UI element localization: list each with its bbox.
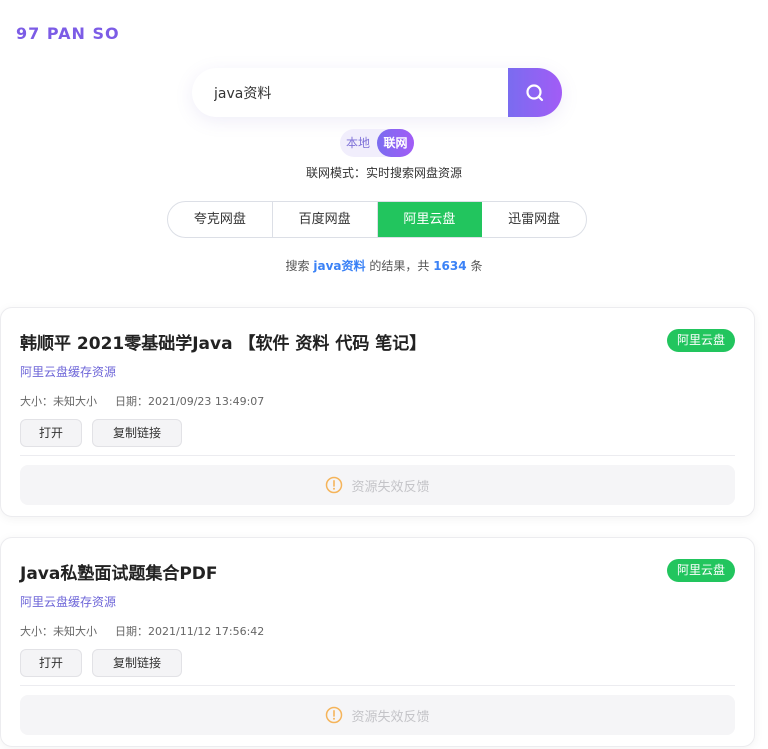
- search-icon: [526, 83, 544, 101]
- result-title[interactable]: 韩顺平 2021零基础学Java 【软件 资料 代码 笔记】: [20, 329, 426, 354]
- site-logo[interactable]: 97 PAN SO: [16, 24, 120, 43]
- result-summary: 搜索 java资料 的结果，共 1634 条: [0, 257, 768, 274]
- result-card: 韩顺平 2021零基础学Java 【软件 资料 代码 笔记】 阿里云盘 阿里云盘…: [0, 307, 755, 517]
- result-source[interactable]: 阿里云盘缓存资源: [20, 593, 116, 610]
- warning-icon: [325, 706, 343, 724]
- copy-link-button[interactable]: 复制链接: [92, 419, 182, 447]
- feedback-button[interactable]: 资源失效反馈: [20, 465, 735, 505]
- result-date: 日期：2021/09/23 13:49:07: [115, 395, 265, 408]
- mode-local-option[interactable]: 本地: [344, 129, 372, 157]
- warning-icon: [325, 476, 343, 494]
- summary-suffix: 条: [470, 259, 483, 273]
- summary-middle: 的结果，共: [369, 259, 430, 273]
- tab-baidu[interactable]: 百度网盘: [273, 202, 378, 237]
- drive-badge: 阿里云盘: [666, 329, 735, 352]
- summary-keyword: java资料: [313, 259, 366, 273]
- tab-aliyun[interactable]: 阿里云盘: [377, 202, 483, 237]
- search-input[interactable]: [192, 68, 508, 117]
- search-button[interactable]: [508, 68, 562, 117]
- summary-count: 1634: [433, 259, 467, 273]
- summary-prefix: 搜索: [285, 259, 310, 273]
- copy-link-button[interactable]: 复制链接: [92, 649, 182, 677]
- result-title[interactable]: Java私塾面试题集合PDF: [20, 559, 218, 584]
- result-meta: 大小：未知大小 日期：2021/11/12 17:56:42: [20, 623, 264, 639]
- drive-tabs: 夸克网盘 百度网盘 阿里云盘 迅雷网盘: [167, 201, 587, 238]
- tab-xunlei[interactable]: 迅雷网盘: [482, 202, 586, 237]
- result-size: 大小：未知大小: [20, 625, 97, 638]
- open-button[interactable]: 打开: [20, 649, 82, 677]
- feedback-label: 资源失效反馈: [351, 709, 430, 725]
- result-date: 日期：2021/11/12 17:56:42: [115, 625, 265, 638]
- divider: [20, 685, 735, 686]
- mode-toggle: 本地 联网: [340, 129, 414, 157]
- feedback-label: 资源失效反馈: [351, 479, 430, 495]
- result-source[interactable]: 阿里云盘缓存资源: [20, 363, 116, 380]
- result-meta: 大小：未知大小 日期：2021/09/23 13:49:07: [20, 393, 264, 409]
- mode-net-option[interactable]: 联网: [377, 129, 414, 157]
- feedback-button[interactable]: 资源失效反馈: [20, 695, 735, 735]
- search-bar: [192, 68, 562, 117]
- open-button[interactable]: 打开: [20, 419, 82, 447]
- divider: [20, 455, 735, 456]
- result-size: 大小：未知大小: [20, 395, 97, 408]
- drive-badge: 阿里云盘: [666, 559, 735, 582]
- mode-description: 联网模式：实时搜索网盘资源: [305, 166, 462, 180]
- result-card: Java私塾面试题集合PDF 阿里云盘 阿里云盘缓存资源 大小：未知大小 日期：2…: [0, 537, 755, 747]
- tab-quark[interactable]: 夸克网盘: [168, 202, 273, 237]
